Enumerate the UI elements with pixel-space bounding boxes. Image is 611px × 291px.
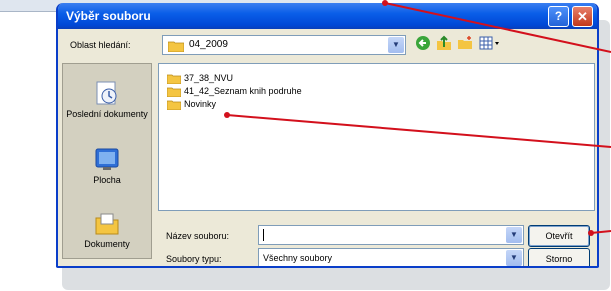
help-button[interactable]: ?	[548, 6, 569, 27]
up-folder-icon[interactable]	[435, 35, 453, 53]
file-name: 41_42_Seznam knih podruhe	[184, 86, 302, 96]
view-menu-icon[interactable]	[478, 35, 502, 53]
lookin-label: Oblast hledání:	[70, 40, 131, 50]
list-item[interactable]: 41_42_Seznam knih podruhe	[167, 85, 302, 98]
file-name: 37_38_NVU	[184, 73, 234, 83]
place-recent-documents[interactable]: Poslední dokumenty	[63, 80, 151, 119]
dialog-title: Výběr souboru	[66, 9, 151, 23]
place-documents[interactable]: Dokumenty	[63, 210, 151, 249]
place-label: Poslední dokumenty	[66, 109, 148, 119]
filetype-label: Soubory typu:	[166, 254, 222, 264]
list-item[interactable]: Novinky	[167, 98, 217, 111]
lookin-dropdown[interactable]: 04_2009 ▼	[162, 35, 406, 55]
text-caret	[263, 229, 264, 241]
title-bar[interactable]: Výběr souboru ? ✕	[58, 3, 597, 29]
place-desktop[interactable]: Plocha	[63, 146, 151, 185]
place-label: Dokumenty	[84, 239, 130, 249]
chevron-down-icon[interactable]: ▼	[506, 250, 522, 266]
documents-icon	[95, 213, 119, 235]
back-icon[interactable]	[414, 35, 432, 53]
place-label: Plocha	[93, 175, 121, 185]
folder-icon	[167, 87, 181, 98]
folder-icon	[167, 100, 181, 111]
recent-documents-icon	[96, 81, 117, 105]
file-name: Novinky	[184, 99, 217, 109]
file-picker-dialog: Výběr souboru ? ✕ Oblast hledání: 04_200…	[56, 3, 599, 268]
close-button[interactable]: ✕	[572, 6, 593, 27]
filename-input[interactable]: ▼	[258, 225, 524, 245]
list-item[interactable]: 37_38_NVU	[167, 72, 234, 85]
chevron-down-icon[interactable]: ▼	[506, 227, 522, 243]
filetype-dropdown[interactable]: Všechny soubory ▼	[258, 248, 524, 266]
new-folder-icon[interactable]	[456, 35, 474, 53]
folder-icon	[167, 74, 181, 85]
open-button[interactable]: Otevřít	[528, 225, 590, 247]
cancel-button[interactable]: Storno	[528, 248, 590, 266]
filename-label: Název souboru:	[166, 231, 230, 241]
places-bar: Poslední dokumenty Plocha Dokumenty	[62, 63, 152, 259]
folder-icon	[168, 41, 184, 52]
filetype-value: Všechny soubory	[263, 253, 333, 263]
file-list[interactable]: 37_38_NVU 41_42_Seznam knih podruhe Novi…	[158, 63, 595, 211]
desktop-icon	[95, 148, 119, 170]
chevron-down-icon[interactable]: ▼	[388, 37, 404, 53]
lookin-value: 04_2009	[189, 39, 228, 50]
